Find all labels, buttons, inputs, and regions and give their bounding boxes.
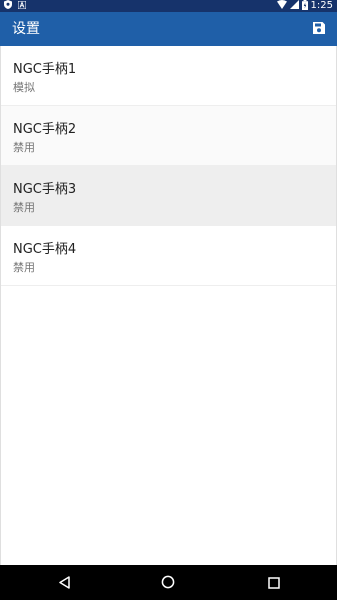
list-item-title: NGC手柄4 bbox=[13, 242, 77, 257]
list-item-title: NGC手柄3 bbox=[13, 182, 77, 197]
list-item-ngc-controller-3[interactable]: NGC手柄3 禁用 bbox=[1, 166, 336, 226]
status-left-icons bbox=[4, 0, 27, 12]
list-item-title: NGC手柄2 bbox=[13, 122, 77, 137]
font-icon bbox=[17, 0, 27, 12]
wifi-icon bbox=[276, 0, 287, 12]
recents-button[interactable] bbox=[262, 571, 286, 595]
shield-icon bbox=[4, 0, 12, 12]
list-item-title: NGC手柄1 bbox=[13, 62, 77, 77]
back-icon bbox=[58, 574, 71, 593]
home-button[interactable] bbox=[156, 571, 180, 595]
signal-icon bbox=[289, 0, 299, 12]
status-bar: 1:25 bbox=[0, 0, 337, 12]
list-item-subtitle: 禁用 bbox=[13, 141, 35, 154]
list-item-ngc-controller-4[interactable]: NGC手柄4 禁用 bbox=[1, 226, 336, 286]
list-item-ngc-controller-2[interactable]: NGC手柄2 禁用 bbox=[1, 106, 336, 166]
status-time: 1:25 bbox=[310, 0, 333, 11]
page-title: 设置 bbox=[12, 21, 40, 37]
settings-list: NGC手柄1 模拟 NGC手柄2 禁用 NGC手柄3 禁用 NGC手柄4 禁用 bbox=[0, 46, 337, 565]
recents-icon bbox=[268, 574, 280, 593]
home-icon bbox=[161, 574, 175, 593]
back-button[interactable] bbox=[52, 571, 76, 595]
list-item-subtitle: 禁用 bbox=[13, 261, 35, 274]
status-right-icons: 1:25 bbox=[276, 0, 333, 13]
list-item-subtitle: 模拟 bbox=[13, 81, 35, 94]
list-item-subtitle: 禁用 bbox=[13, 201, 35, 214]
battery-icon bbox=[301, 0, 308, 13]
save-icon bbox=[312, 20, 326, 39]
save-button[interactable] bbox=[307, 17, 331, 41]
navigation-bar bbox=[0, 565, 337, 600]
app-bar: 设置 bbox=[0, 12, 337, 46]
list-item-ngc-controller-1[interactable]: NGC手柄1 模拟 bbox=[1, 46, 336, 106]
